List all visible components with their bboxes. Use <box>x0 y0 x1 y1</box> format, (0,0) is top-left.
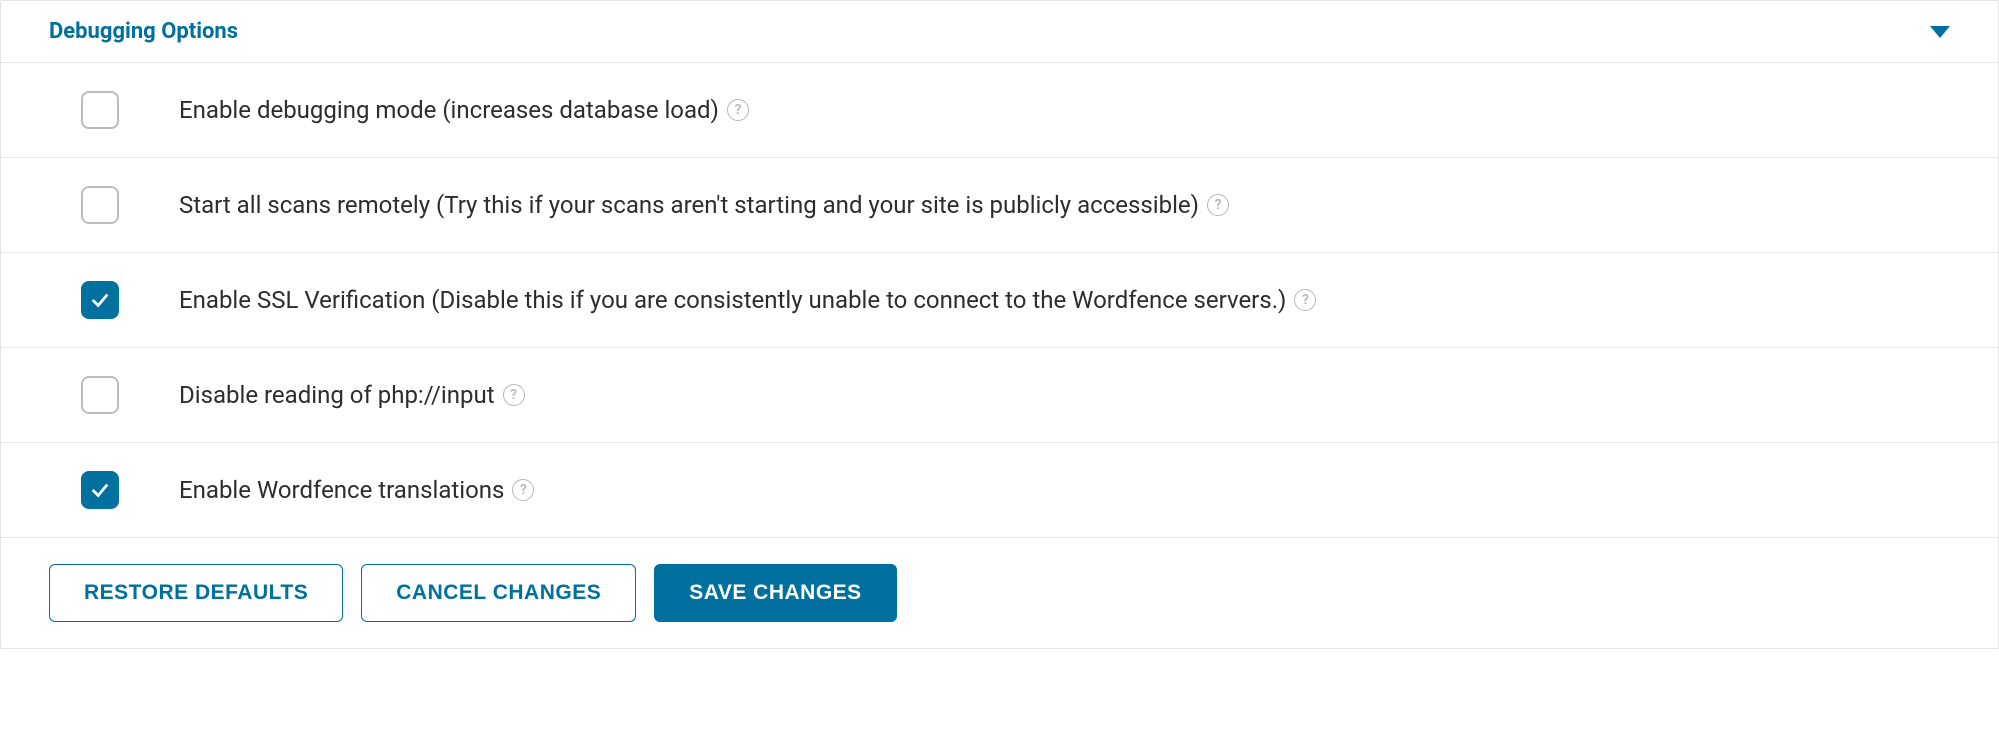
option-label: Enable SSL Verification (Disable this if… <box>179 286 1316 314</box>
help-icon[interactable]: ? <box>1294 289 1316 311</box>
panel-header[interactable]: Debugging Options <box>1 1 1998 62</box>
option-text: Disable reading of php://input <box>179 381 495 409</box>
cancel-changes-button[interactable]: CANCEL CHANGES <box>361 564 636 622</box>
help-icon[interactable]: ? <box>503 384 525 406</box>
option-label: Enable Wordfence translations ? <box>179 476 534 504</box>
option-text: Enable Wordfence translations <box>179 476 504 504</box>
option-text: Enable SSL Verification (Disable this if… <box>179 286 1286 314</box>
option-row-ssl-verification: Enable SSL Verification (Disable this if… <box>1 252 1998 347</box>
debugging-options-panel: Debugging Options Enable debugging mode … <box>0 0 1999 649</box>
checkbox-php-input[interactable] <box>81 376 119 414</box>
option-row-remote-scans: Start all scans remotely (Try this if yo… <box>1 157 1998 252</box>
option-text: Enable debugging mode (increases databas… <box>179 96 719 124</box>
help-icon[interactable]: ? <box>1207 194 1229 216</box>
help-icon[interactable]: ? <box>512 479 534 501</box>
button-row: RESTORE DEFAULTS CANCEL CHANGES SAVE CHA… <box>1 537 1998 648</box>
option-label: Start all scans remotely (Try this if yo… <box>179 191 1229 219</box>
restore-defaults-button[interactable]: RESTORE DEFAULTS <box>49 564 343 622</box>
option-row-translations: Enable Wordfence translations ? <box>1 442 1998 537</box>
panel-title: Debugging Options <box>49 19 238 44</box>
checkbox-remote-scans[interactable] <box>81 186 119 224</box>
option-label: Disable reading of php://input ? <box>179 381 525 409</box>
chevron-down-icon <box>1930 26 1950 38</box>
option-row-php-input: Disable reading of php://input ? <box>1 347 1998 442</box>
checkbox-ssl-verification[interactable] <box>81 281 119 319</box>
option-row-debugging-mode: Enable debugging mode (increases databas… <box>1 62 1998 157</box>
option-label: Enable debugging mode (increases databas… <box>179 96 749 124</box>
checkbox-debugging-mode[interactable] <box>81 91 119 129</box>
help-icon[interactable]: ? <box>727 99 749 121</box>
option-text: Start all scans remotely (Try this if yo… <box>179 191 1199 219</box>
save-changes-button[interactable]: SAVE CHANGES <box>654 564 896 622</box>
checkbox-translations[interactable] <box>81 471 119 509</box>
